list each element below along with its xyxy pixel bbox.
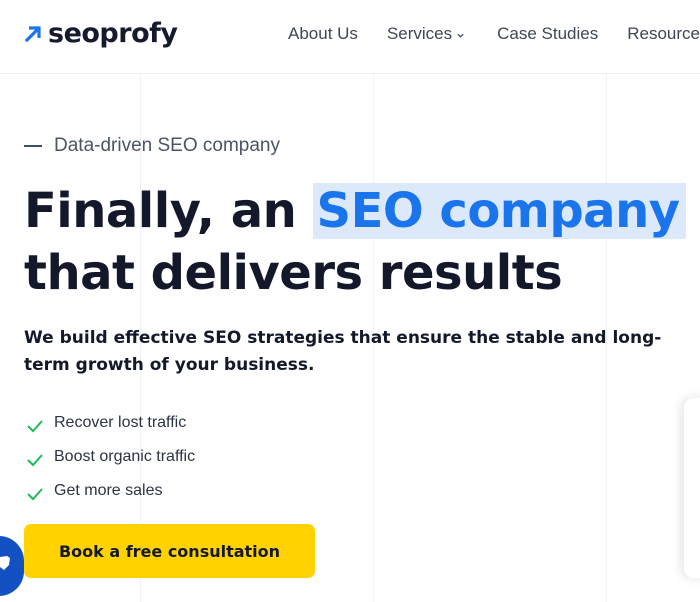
eyebrow-text: Data-driven SEO company bbox=[54, 135, 280, 156]
hero-headline: Finally, an SEO company that delivers re… bbox=[24, 180, 694, 304]
list-item-text: Get more sales bbox=[54, 482, 163, 499]
nav-services[interactable]: Services bbox=[387, 24, 465, 44]
headline-part-1: Finally, an bbox=[24, 183, 297, 239]
nav-services-label: Services bbox=[386, 24, 453, 43]
nav-about-us[interactable]: About Us bbox=[288, 24, 358, 44]
nav-resources[interactable]: Resources bbox=[627, 24, 700, 44]
list-item: Recover lost traffic bbox=[26, 406, 195, 440]
book-consultation-button[interactable]: Book a free consultation bbox=[24, 524, 315, 578]
benefits-list: Recover lost traffic Boost organic traff… bbox=[26, 406, 195, 508]
logo[interactable]: seoprofy bbox=[24, 18, 178, 50]
check-icon bbox=[27, 488, 43, 501]
headline-highlight: SEO company bbox=[312, 183, 686, 239]
nav-case-studies[interactable]: Case Studies bbox=[497, 24, 598, 44]
chevron-down-icon bbox=[457, 33, 464, 38]
check-icon bbox=[27, 454, 43, 467]
check-icon bbox=[27, 420, 43, 433]
list-item: Get more sales bbox=[26, 474, 195, 508]
site-header: seoprofy About Us Services Case Studies … bbox=[0, 0, 700, 74]
hero-subline: We build effective SEO strategies that e… bbox=[24, 328, 662, 375]
logo-text: seoprofy bbox=[48, 18, 178, 49]
side-card bbox=[684, 398, 700, 578]
main-nav: About Us Services Case Studies Resources bbox=[288, 24, 700, 44]
eyebrow-dash bbox=[24, 145, 42, 147]
list-item-text: Boost organic traffic bbox=[54, 448, 196, 465]
list-item-text: Recover lost traffic bbox=[54, 414, 187, 431]
arrow-up-right-icon bbox=[24, 26, 41, 43]
hero-eyebrow: Data-driven SEO company bbox=[24, 135, 280, 157]
headline-part-2: that delivers results bbox=[24, 245, 563, 301]
shield-icon bbox=[0, 556, 10, 570]
list-item: Boost organic traffic bbox=[26, 440, 195, 474]
